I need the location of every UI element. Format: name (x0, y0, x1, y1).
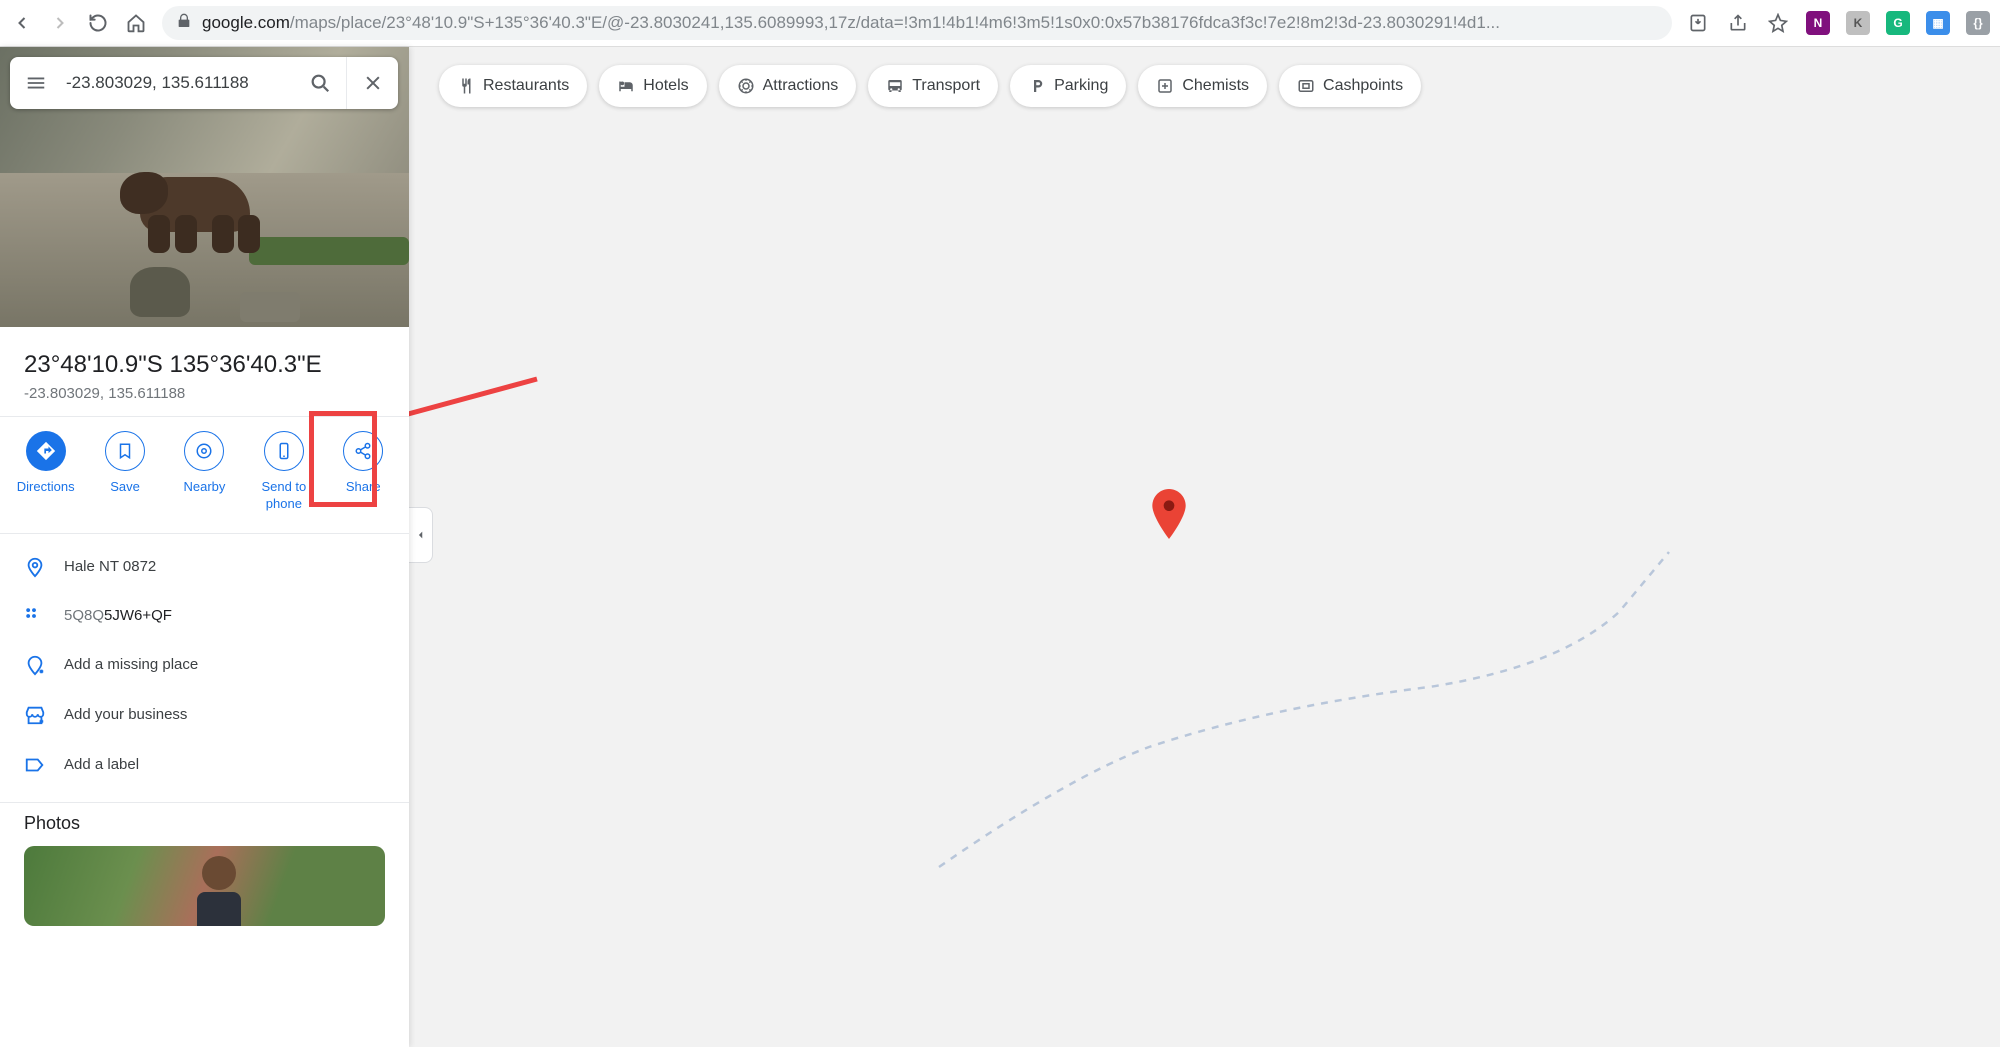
add-pin-icon (24, 654, 64, 676)
search-card (10, 57, 398, 109)
directions-button[interactable]: Directions (9, 431, 83, 513)
menu-button[interactable] (10, 57, 62, 109)
plus-code-icon (24, 606, 64, 626)
extension-k-icon[interactable]: K (1846, 11, 1870, 35)
map-canvas[interactable]: Restaurants Hotels Attractions Transport… (409, 47, 2000, 1047)
share-icon (343, 431, 383, 471)
address-row[interactable]: Hale NT 0872 (0, 542, 409, 592)
collapse-panel-button[interactable] (409, 507, 433, 563)
add-missing-place-row[interactable]: Add a missing place (0, 640, 409, 690)
pluscode-text: 5Q8Q5JW6+QF (64, 607, 172, 624)
share-page-icon[interactable] (1726, 11, 1750, 35)
photos-heading: Photos (0, 803, 409, 846)
store-icon (24, 704, 64, 726)
extension-blue-icon[interactable]: ▦ (1926, 11, 1950, 35)
photo-thumbnail[interactable] (24, 846, 385, 926)
add-business-row[interactable]: Add your business (0, 690, 409, 740)
map-road-path (929, 517, 1689, 877)
category-chip-row: Restaurants Hotels Attractions Transport… (439, 65, 1421, 107)
add-label-row[interactable]: Add a label (0, 740, 409, 790)
forward-button[interactable] (48, 11, 72, 35)
nearby-icon (184, 431, 224, 471)
browser-toolbar: google.com/maps/place/23°48'10.9"S+135°3… (0, 0, 2000, 47)
place-subtitle: -23.803029, 135.611188 (24, 385, 385, 402)
location-pin-icon (24, 556, 64, 578)
label-icon (24, 754, 64, 776)
place-title-block: 23°48'10.9"S 135°36'40.3"E -23.803029, 1… (0, 327, 409, 416)
bookmark-icon (105, 431, 145, 471)
pluscode-row[interactable]: 5Q8Q5JW6+QF (0, 592, 409, 640)
search-icon[interactable] (294, 57, 346, 109)
search-input[interactable] (62, 73, 294, 93)
chip-transport[interactable]: Transport (868, 65, 998, 107)
bear-illustration (120, 137, 280, 257)
address-bar[interactable]: google.com/maps/place/23°48'10.9"S+135°3… (162, 6, 1672, 40)
share-button[interactable]: Share (326, 431, 400, 513)
action-row: Directions Save Nearby Send to phone (0, 417, 409, 533)
place-side-panel: 23°48'10.9"S 135°36'40.3"E -23.803029, 1… (0, 47, 409, 1047)
home-button[interactable] (124, 11, 148, 35)
phone-icon (264, 431, 304, 471)
chip-chemists[interactable]: Chemists (1138, 65, 1267, 107)
clear-search-button[interactable] (346, 57, 398, 109)
save-button[interactable]: Save (88, 431, 162, 513)
url-text: google.com/maps/place/23°48'10.9"S+135°3… (202, 13, 1500, 33)
send-to-phone-button[interactable]: Send to phone (247, 431, 321, 513)
extension-code-icon[interactable]: {} (1966, 11, 1990, 35)
install-app-icon[interactable] (1686, 11, 1710, 35)
nearby-button[interactable]: Nearby (167, 431, 241, 513)
chip-hotels[interactable]: Hotels (599, 65, 706, 107)
chip-cashpoints[interactable]: Cashpoints (1279, 65, 1421, 107)
directions-icon (26, 431, 66, 471)
extension-grammarly-icon[interactable]: G (1886, 11, 1910, 35)
info-list: Hale NT 0872 5Q8Q5JW6+QF Add a missing p… (0, 534, 409, 798)
chip-attractions[interactable]: Attractions (719, 65, 857, 107)
reload-button[interactable] (86, 11, 110, 35)
map-marker-icon[interactable] (1149, 489, 1189, 544)
browser-actions: N K G ▦ {} (1686, 11, 1990, 35)
place-hero-image[interactable] (0, 47, 409, 327)
address-text: Hale NT 0872 (64, 558, 156, 575)
chip-restaurants[interactable]: Restaurants (439, 65, 587, 107)
place-title: 23°48'10.9"S 135°36'40.3"E (24, 351, 385, 379)
lock-icon (176, 13, 192, 34)
annotation-arrow (387, 369, 547, 429)
bookmark-star-icon[interactable] (1766, 11, 1790, 35)
back-button[interactable] (10, 11, 34, 35)
chip-parking[interactable]: Parking (1010, 65, 1126, 107)
extension-onenote-icon[interactable]: N (1806, 11, 1830, 35)
